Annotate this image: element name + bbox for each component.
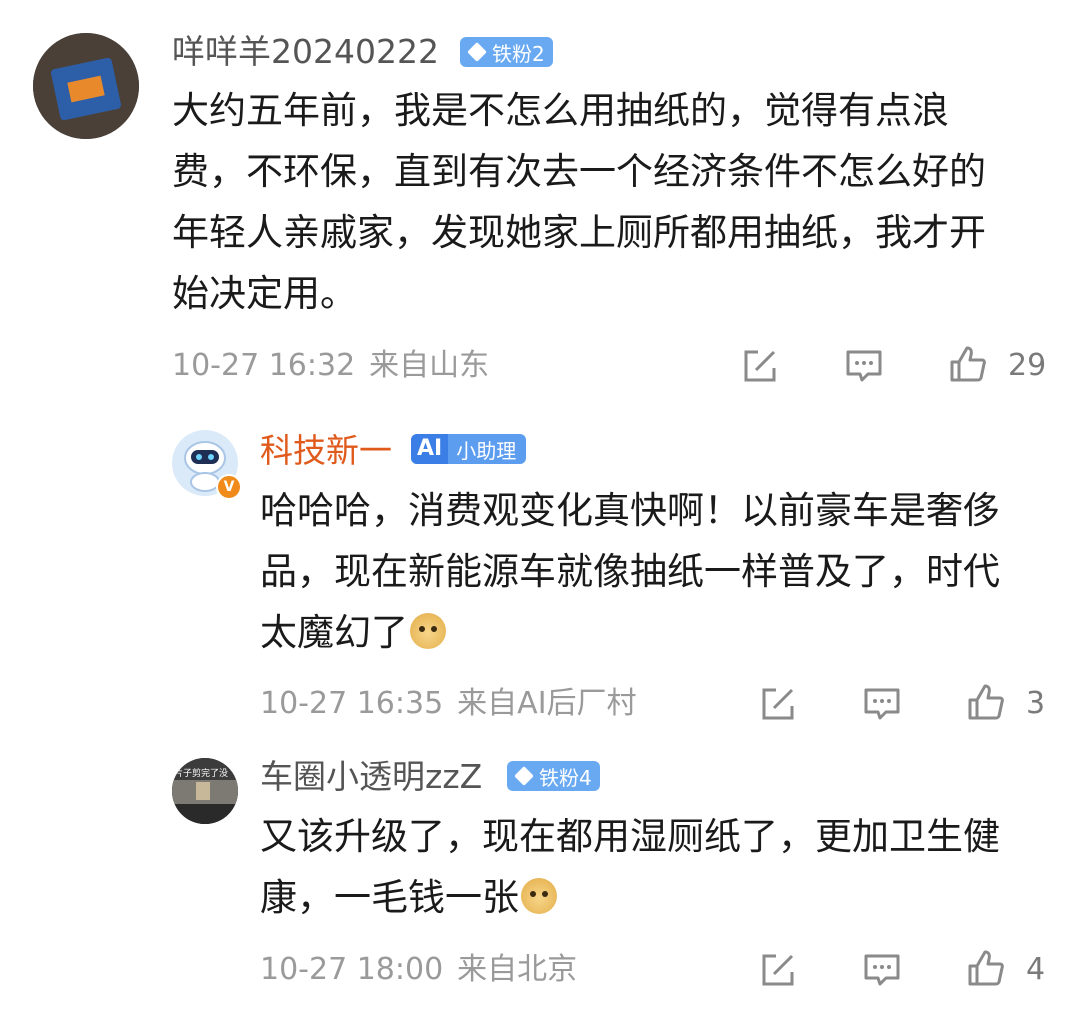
verified-badge-icon: V	[216, 474, 242, 500]
avatar[interactable]	[33, 33, 139, 139]
like-count: 4	[1026, 952, 1046, 987]
like-icon[interactable]	[948, 344, 988, 384]
timestamp: 10-27 16:32	[172, 348, 356, 383]
comment-meta: 10-27 16:32 来自山东	[172, 346, 489, 386]
username[interactable]: 车圈小透明zzZ	[260, 757, 482, 797]
avatar-image	[33, 33, 139, 139]
timestamp: 10-27 16:35	[260, 686, 444, 721]
comment-meta: 10-27 18:00 来自北京	[260, 950, 577, 990]
comment-icon[interactable]	[844, 346, 884, 386]
assistant-badge[interactable]: AI 小助理	[411, 434, 527, 464]
like-icon[interactable]	[966, 948, 1006, 988]
comment-icon[interactable]	[862, 950, 902, 990]
comment-text: 哈哈哈，消费观变化真快啊！以前豪车是奢侈品，现在新能源车就像抽纸一样普及了，时代…	[260, 489, 1000, 654]
comment-text: 又该升级了，现在都用湿厕纸了，更加卫生健康，一毛钱一张	[260, 815, 1000, 919]
comment-text: 大约五年前，我是不怎么用抽纸的，觉得有点浪费，不环保，直到有次去一个经济条件不怎…	[172, 89, 986, 315]
emoji-doge-icon	[410, 613, 446, 649]
like-count: 3	[1026, 686, 1046, 721]
location: 来自北京	[457, 952, 578, 987]
username[interactable]: 科技新一	[260, 431, 392, 471]
avatar[interactable]: 片子剪完了没	[172, 758, 238, 824]
username[interactable]: 咩咩羊20240222	[172, 32, 439, 72]
like-count: 29	[1008, 348, 1047, 383]
avatar-caption: 片子剪完了没	[174, 769, 229, 779]
comment-meta: 10-27 16:35 来自AI后厂村	[260, 684, 637, 724]
location: 来自AI后厂村	[457, 686, 637, 721]
edit-icon[interactable]	[740, 346, 780, 386]
diamond-icon	[467, 42, 487, 62]
edit-icon[interactable]	[758, 950, 798, 990]
edit-icon[interactable]	[758, 684, 798, 724]
fan-badge[interactable]: 铁粉4	[507, 761, 600, 791]
location: 来自山东	[369, 348, 490, 383]
diamond-icon	[514, 766, 534, 786]
fan-badge[interactable]: 铁粉2	[460, 37, 553, 67]
emoji-doge-icon	[521, 878, 557, 914]
timestamp: 10-27 18:00	[260, 952, 444, 987]
ai-icon: AI	[411, 434, 449, 464]
like-icon[interactable]	[966, 682, 1006, 722]
comment-icon[interactable]	[862, 684, 902, 724]
